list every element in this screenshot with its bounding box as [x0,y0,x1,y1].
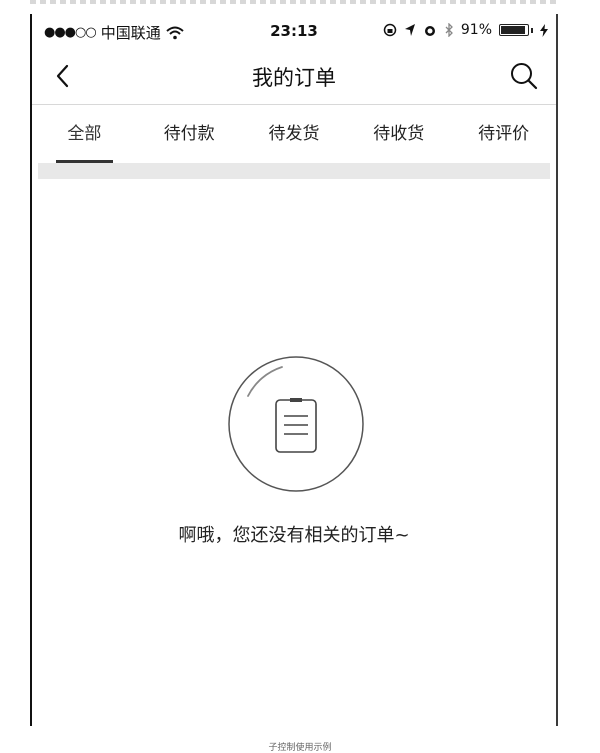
figure-caption: 子控制使用示例 [268,743,332,753]
top-dashed-border [30,0,560,4]
empty-state-message: 啊哦，您还没有相关的订单~ [178,525,410,546]
tab-all[interactable]: 全部 [32,105,137,163]
page-title: 我的订单 [252,66,336,90]
status-bar: ●●●○○ 中国联通 23:13 91% [32,14,556,48]
tab-pending-receipt[interactable]: 待收货 [346,105,451,163]
navigation-bar: 我的订单 [32,48,556,105]
orientation-lock-icon [383,23,397,37]
battery-cap [531,27,533,33]
tab-label: 待收货 [373,124,425,144]
search-icon[interactable] [506,58,542,94]
empty-order-illustration-icon [228,356,364,492]
tab-label: 待付款 [163,124,215,144]
tab-label: 全部 [67,124,102,144]
section-divider [38,163,550,179]
battery-icon [499,24,529,36]
tab-label: 待发货 [268,124,320,144]
tab-label: 待评价 [478,124,530,144]
alarm-clock-icon [424,26,435,36]
tab-pending-payment[interactable]: 待付款 [137,105,242,163]
status-right: 91% [383,22,548,38]
phone-screen: ●●●○○ 中国联通 23:13 91% 我的订单 全部 待付款 待发货 待收货… [30,14,558,726]
bluetooth-icon [445,23,453,37]
charging-bolt-icon [540,23,548,37]
order-status-tabs: 全部 待付款 待发货 待收货 待评价 [32,105,556,163]
location-arrow-icon [404,24,415,36]
battery-percentage: 91% [460,22,492,38]
battery-fill [501,26,525,34]
tab-pending-review[interactable]: 待评价 [451,105,556,163]
tab-pending-shipment[interactable]: 待发货 [242,105,347,163]
